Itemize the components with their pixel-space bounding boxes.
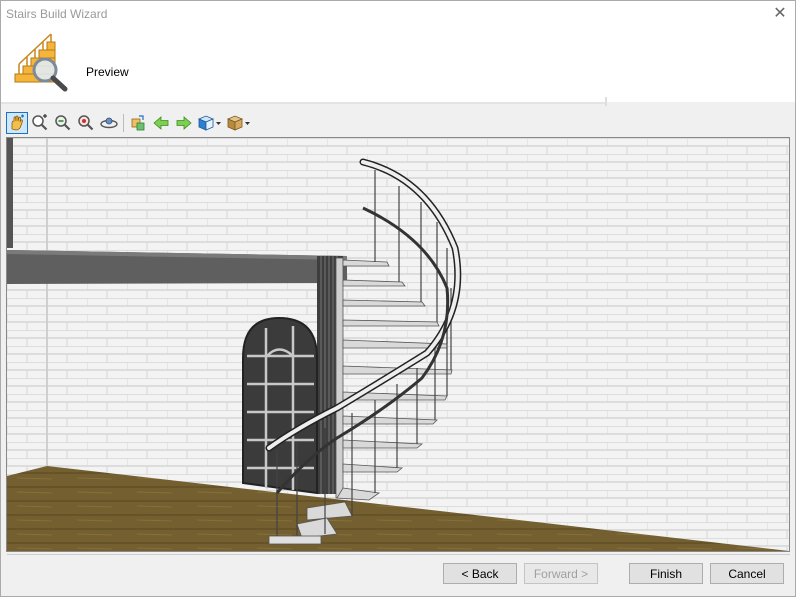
forward-button[interactable]: Forward > bbox=[524, 563, 598, 584]
zoom-out-icon bbox=[55, 115, 71, 131]
finish-button[interactable]: Finish bbox=[629, 563, 703, 584]
window-title: Stairs Build Wizard bbox=[6, 7, 108, 21]
view-cube-icon bbox=[197, 115, 221, 131]
arrow-right-icon bbox=[176, 116, 192, 130]
zoom-extents-icon bbox=[78, 115, 94, 131]
spiral-stairs-render bbox=[7, 138, 789, 551]
3d-preview-viewport[interactable] bbox=[6, 137, 790, 552]
previous-view-tool[interactable] bbox=[150, 112, 172, 134]
close-icon[interactable]: ✕ bbox=[765, 1, 795, 27]
pan-hand-icon bbox=[11, 114, 24, 131]
orbit-icon bbox=[100, 117, 118, 129]
zoom-in-icon bbox=[32, 114, 48, 131]
stairs-magnifier-icon bbox=[14, 33, 68, 92]
zoom-extents-tool[interactable] bbox=[75, 112, 97, 134]
zoom-out-tool[interactable] bbox=[52, 112, 74, 134]
arrow-left-icon bbox=[153, 116, 169, 130]
title-bar: Stairs Build Wizard ✕ bbox=[1, 1, 795, 27]
orbit-tool[interactable] bbox=[98, 112, 120, 134]
footer-divider bbox=[7, 554, 790, 555]
pan-hand-tool[interactable] bbox=[6, 112, 28, 134]
wizard-header: Preview bbox=[1, 27, 795, 102]
zoom-in-tool[interactable] bbox=[29, 112, 51, 134]
toolbar-separator bbox=[123, 114, 124, 132]
page-title: Preview bbox=[86, 65, 129, 79]
walk-tool[interactable] bbox=[127, 112, 149, 134]
view-cube-dropdown[interactable] bbox=[196, 112, 222, 134]
render-box-icon bbox=[226, 115, 250, 131]
header-divider bbox=[1, 102, 605, 104]
back-button[interactable]: < Back bbox=[443, 563, 517, 584]
header-divider-tick bbox=[605, 97, 607, 106]
stairs-build-wizard-window: Stairs Build Wizard ✕ Preview < Back For… bbox=[0, 0, 796, 597]
next-view-tool[interactable] bbox=[173, 112, 195, 134]
render-mode-dropdown[interactable] bbox=[225, 112, 251, 134]
walk-icon bbox=[131, 115, 145, 131]
cancel-button[interactable]: Cancel bbox=[710, 563, 784, 584]
